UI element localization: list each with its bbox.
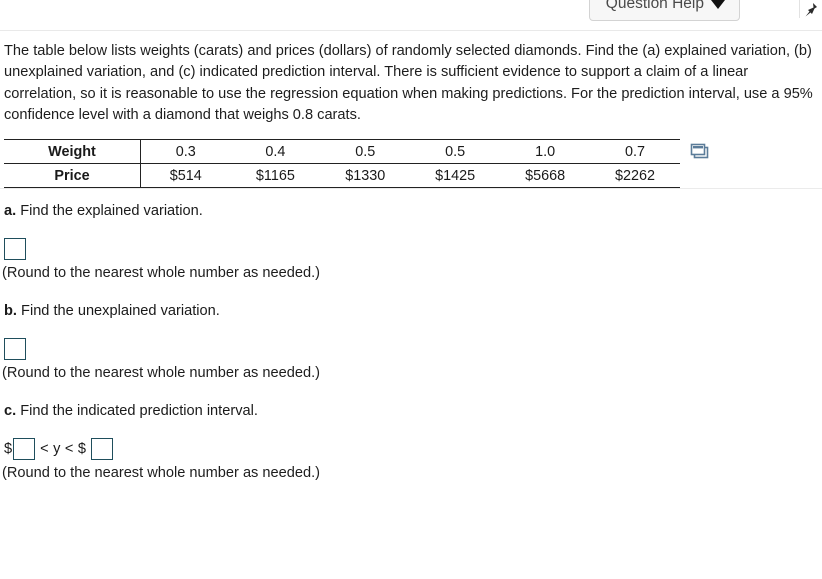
- weight-cell-1: 0.3: [140, 139, 231, 164]
- currency-symbol-lower: $: [4, 441, 13, 457]
- weight-cell-3: 0.5: [320, 139, 411, 164]
- inequality-label: < y < $: [40, 441, 87, 457]
- problem-statement: The table below lists weights (carats) a…: [4, 43, 813, 124]
- weight-cell-5: 1.0: [500, 139, 591, 164]
- question-help-button[interactable]: Question Help: [588, 0, 740, 21]
- price-cell-4: $1425: [410, 163, 501, 188]
- table-row: Weight 0.3 0.4 0.5 0.5 1.0 0.7: [4, 139, 680, 164]
- part-a-answer-row: [4, 238, 26, 260]
- part-c-prompt: c. Find the indicated prediction interva…: [4, 401, 258, 421]
- part-c-upper-input[interactable]: [91, 438, 114, 460]
- price-cell-3: $1330: [320, 163, 411, 188]
- part-b-tag: b.: [4, 303, 17, 319]
- part-b-input[interactable]: [4, 338, 26, 360]
- question-page: Question Help The table below lists weig…: [0, 0, 822, 579]
- row-label-weight: Weight: [4, 139, 141, 164]
- data-table-container: Weight 0.3 0.4 0.5 0.5 1.0 0.7 Price $51…: [4, 139, 810, 188]
- part-b-rounding-note: (Round to the nearest whole number as ne…: [2, 365, 321, 381]
- row-label-price: Price: [4, 163, 141, 188]
- part-a-tag: a.: [4, 203, 17, 219]
- price-cell-2: $1165: [230, 163, 321, 188]
- price-cell-5: $5668: [500, 163, 591, 188]
- part-c-text: Find the indicated prediction interval.: [16, 403, 258, 419]
- top-toolbar: Question Help: [0, 0, 822, 31]
- diamond-data-table: Weight 0.3 0.4 0.5 0.5 1.0 0.7 Price $51…: [4, 139, 680, 188]
- price-cell-6: $2262: [590, 163, 680, 188]
- weight-cell-6: 0.7: [590, 139, 680, 164]
- weight-cell-2: 0.4: [230, 139, 321, 164]
- part-a-text: Find the explained variation.: [16, 203, 203, 219]
- copy-to-spreadsheet-icon[interactable]: [690, 142, 711, 160]
- part-a-rounding-note: (Round to the nearest whole number as ne…: [2, 265, 321, 281]
- chevron-down-icon: [711, 0, 725, 9]
- part-c-answer-row: $ < y < $: [4, 438, 114, 460]
- part-a-prompt: a. Find the explained variation.: [4, 201, 203, 221]
- table-bottom-divider: [0, 188, 822, 189]
- weight-cell-4: 0.5: [410, 139, 501, 164]
- part-b-text: Find the unexplained variation.: [16, 303, 220, 319]
- part-b-prompt: b. Find the unexplained variation.: [4, 301, 220, 321]
- price-cell-1: $514: [140, 163, 231, 188]
- header-divider: [0, 30, 822, 31]
- question-help-label: Question Help: [605, 0, 704, 12]
- part-b-answer-row: [4, 338, 26, 360]
- pushpin-icon[interactable]: [799, 0, 822, 18]
- part-c-rounding-note: (Round to the nearest whole number as ne…: [2, 465, 321, 481]
- table-row: Price $514 $1165 $1330 $1425 $5668 $2262: [4, 163, 680, 188]
- part-a-input[interactable]: [4, 238, 26, 260]
- part-c-lower-input[interactable]: [13, 438, 36, 460]
- part-c-tag: c.: [4, 403, 17, 419]
